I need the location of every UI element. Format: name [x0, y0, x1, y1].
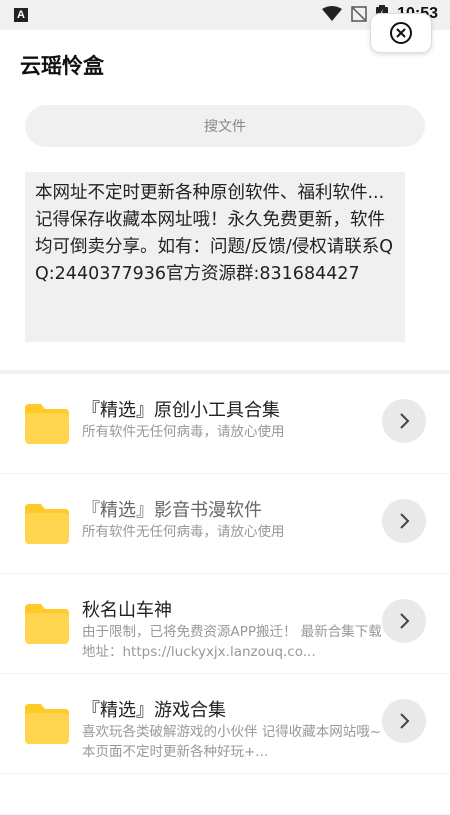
header-content: 搜文件 本网址不定时更新各种原创软件、福利软件...记得保存收藏本网址哦！永久免… [0, 100, 450, 370]
app-notification-icon: A [14, 8, 28, 22]
search-input[interactable]: 搜文件 [25, 105, 425, 147]
list-item[interactable]: 『精选』原创小工具合集 所有软件无任何病毒，请放心使用 [0, 374, 450, 473]
item-subtitle: 由于限制，已将免费资源APP搬迁！ 最新合集下载地址：https://lucky… [82, 624, 382, 660]
list-item[interactable]: 『精选』影音书漫软件 所有软件无任何病毒，请放心使用 [0, 474, 450, 573]
item-subtitle: 所有软件无任何病毒，请放心使用 [82, 424, 285, 440]
folder-icon [25, 504, 69, 544]
open-button[interactable] [382, 499, 426, 543]
list-item-partial[interactable] [0, 774, 450, 814]
item-subtitle: 所有软件无任何病毒，请放心使用 [82, 524, 285, 540]
item-title: 『精选』影音书漫软件 [82, 500, 262, 521]
chevron-right-icon [400, 713, 410, 729]
item-title: 秋名山车神 [82, 600, 172, 621]
folder-icon [25, 604, 69, 644]
app-title: 云瑶怜盒 [20, 54, 104, 78]
item-subtitle: 喜欢玩各类破解游戏的小伙伴 记得收藏本网站哦~本页面不定时更新各种好玩+... [82, 724, 382, 760]
list-item[interactable]: 『精选』游戏合集 喜欢玩各类破解游戏的小伙伴 记得收藏本网站哦~本页面不定时更新… [0, 674, 450, 773]
open-button[interactable] [382, 599, 426, 643]
close-circle-icon [390, 22, 412, 44]
open-button[interactable] [382, 399, 426, 443]
open-button[interactable] [382, 699, 426, 743]
chevron-right-icon [400, 613, 410, 629]
folder-icon [25, 704, 69, 744]
wifi-icon [322, 6, 343, 21]
chevron-right-icon [400, 513, 410, 529]
list-item[interactable]: 秋名山车神 由于限制，已将免费资源APP搬迁！ 最新合集下载地址：https:/… [0, 574, 450, 673]
chevron-right-icon [400, 413, 410, 429]
no-signal-icon [351, 6, 367, 22]
folder-icon [25, 404, 69, 444]
close-button[interactable] [370, 13, 432, 53]
item-title: 『精选』原创小工具合集 [82, 400, 280, 421]
item-title: 『精选』游戏合集 [82, 700, 226, 721]
folder-list: 『精选』原创小工具合集 所有软件无任何病毒，请放心使用 『精选』影音书漫软件 所… [0, 374, 450, 815]
notice-text: 本网址不定时更新各种原创软件、福利软件...记得保存收藏本网址哦！永久免费更新，… [25, 172, 405, 342]
app-bar: 云瑶怜盒 [0, 13, 450, 100]
